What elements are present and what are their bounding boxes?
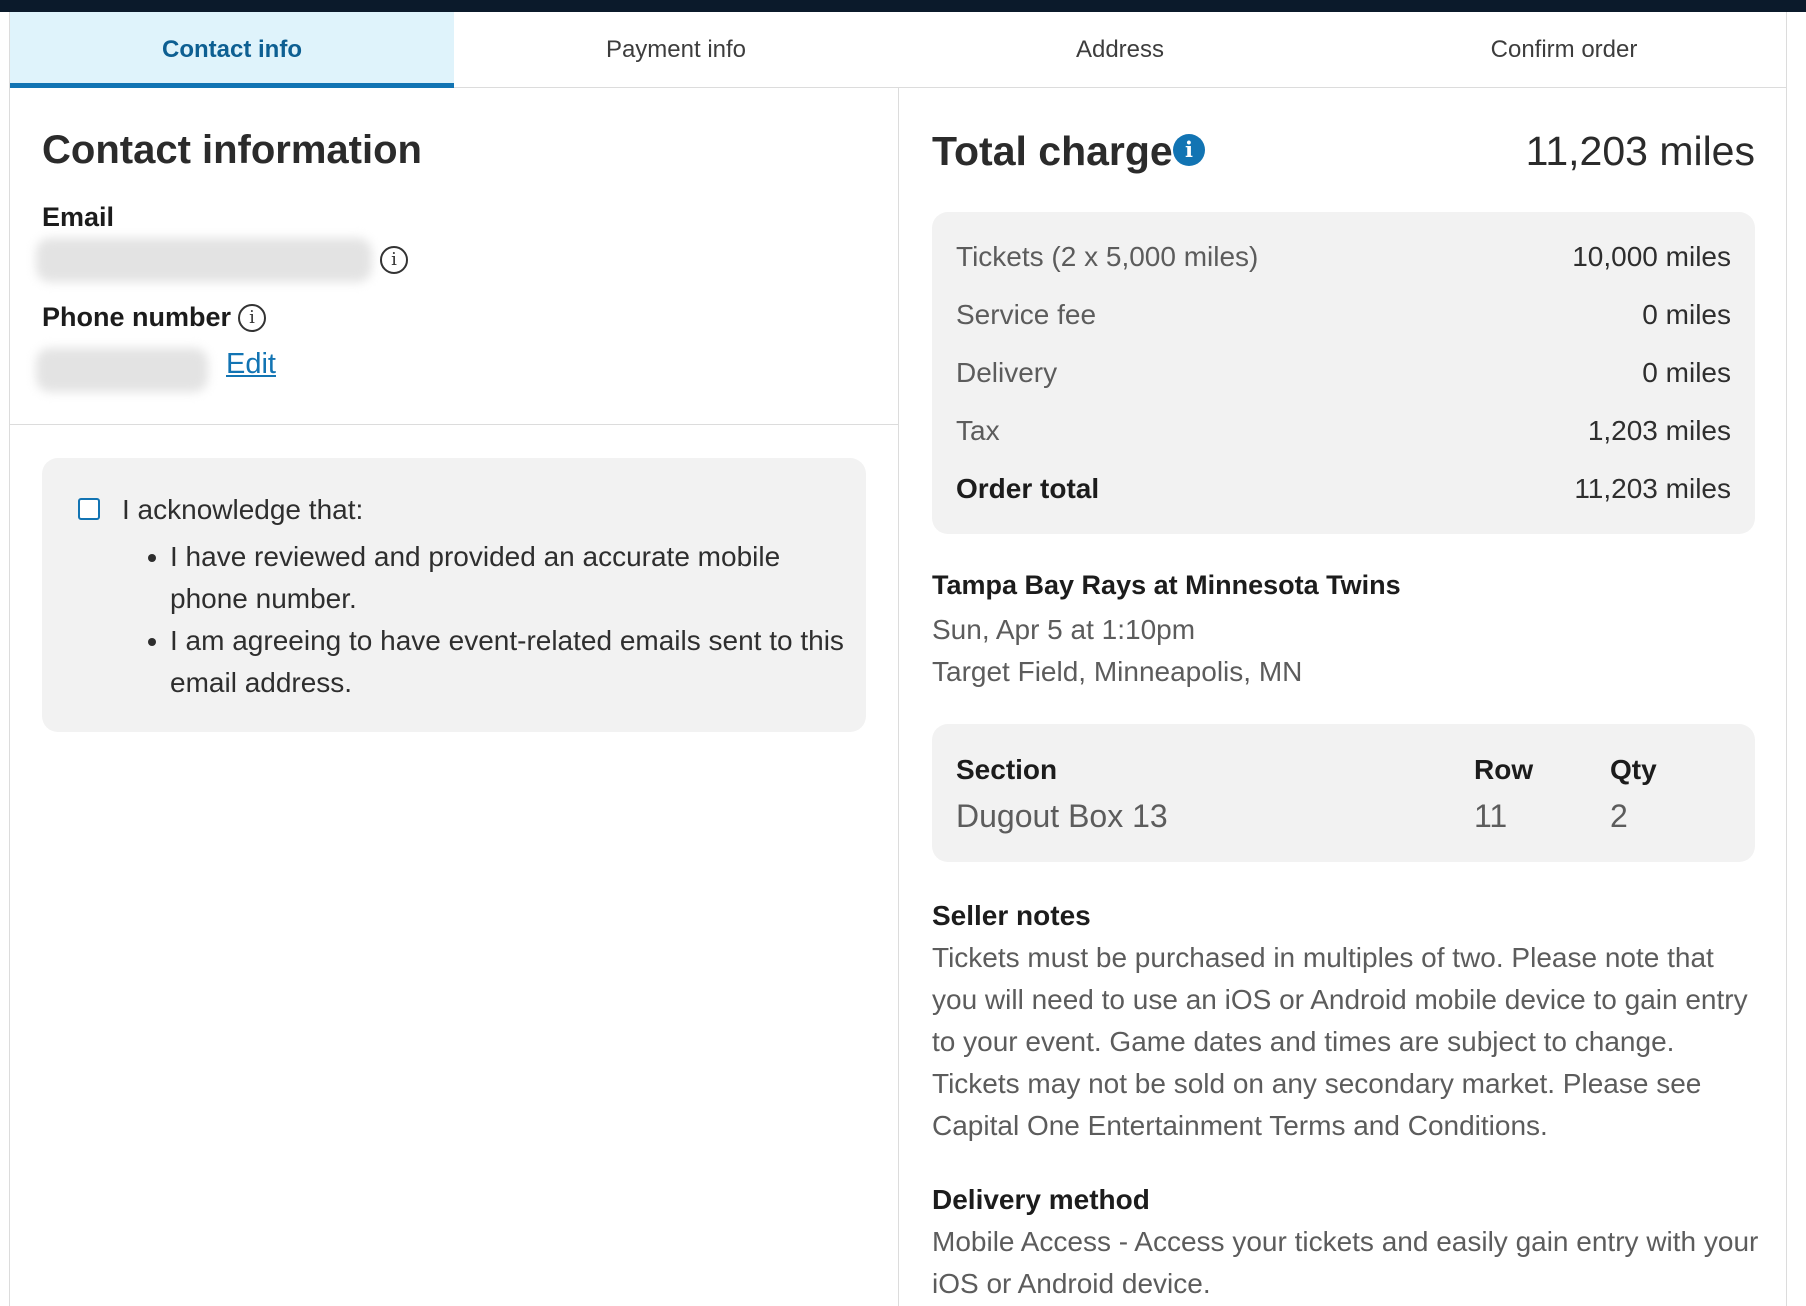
charge-label: Tax — [956, 415, 1000, 446]
total-info-icon[interactable]: i — [1173, 134, 1205, 166]
section-header: Section — [956, 754, 1058, 785]
delivery-method-text: Mobile Access - Access your tickets and … — [932, 1226, 1759, 1299]
tab-confirm-order[interactable]: Confirm order — [1342, 12, 1786, 87]
row-value: 11 — [1474, 798, 1508, 834]
charge-row: Tickets (2 x 5,000 miles) 10,000 miles — [956, 237, 1731, 277]
charge-value: 0 miles — [1642, 357, 1731, 388]
section-value: Dugout Box 13 — [956, 798, 1168, 834]
phone-info-icon[interactable]: i — [238, 304, 266, 332]
charge-breakdown: Tickets (2 x 5,000 miles) 10,000 miles S… — [932, 212, 1755, 534]
checkout-steps: Contact info Payment info Address Confir… — [10, 12, 1786, 88]
contact-title: Contact information — [42, 128, 422, 172]
delivery-method-title: Delivery method — [932, 1184, 1150, 1215]
charge-label: Service fee — [956, 299, 1097, 330]
acknowledge-intro: I acknowledge that: — [122, 494, 364, 525]
seller-notes-title: Seller notes — [932, 900, 1091, 931]
order-total-value: 11,203 miles — [1574, 473, 1731, 504]
charge-row: Service fee 0 miles — [956, 295, 1731, 335]
list-item: I am agreeing to have event-related emai… — [148, 620, 850, 704]
charge-label: Delivery — [956, 357, 1058, 388]
acknowledgement-box: I acknowledge that: I have reviewed and … — [42, 458, 866, 732]
charge-value: 0 miles — [1642, 299, 1731, 330]
seller-notes-text: Tickets must be purchased in multiples o… — [932, 942, 1748, 1141]
charge-label: Tickets (2 x 5,000 miles) — [956, 241, 1259, 272]
top-bar — [0, 0, 1806, 12]
event-datetime: Sun, Apr 5 at 1:10pm — [932, 614, 1196, 645]
email-info-icon[interactable]: i — [380, 246, 408, 274]
row-header: Row — [1474, 754, 1534, 785]
acknowledge-checkbox[interactable] — [78, 498, 100, 520]
charge-value: 10,000 miles — [1572, 241, 1731, 272]
seat-details: Section Row Qty Dugout Box 13 11 2 — [932, 724, 1755, 862]
phone-label: Phone number — [42, 302, 232, 332]
qty-value: 2 — [1610, 798, 1628, 834]
left-divider — [10, 424, 898, 425]
email-label: Email — [42, 202, 115, 232]
edit-phone-link[interactable]: Edit — [226, 348, 276, 381]
qty-header: Qty — [1610, 754, 1657, 785]
list-item: I have reviewed and provided an accurate… — [148, 536, 850, 620]
charge-value: 1,203 miles — [1587, 415, 1731, 446]
order-total-label: Order total — [956, 473, 1100, 504]
column-divider — [898, 88, 899, 1306]
tab-contact-info[interactable]: Contact info — [10, 12, 454, 88]
tab-payment-info[interactable]: Payment info — [454, 12, 898, 87]
total-charge-title: Total charge — [932, 128, 1173, 174]
email-value-redacted — [36, 238, 372, 282]
total-amount: 11,203 miles — [1525, 128, 1755, 174]
tab-address[interactable]: Address — [898, 12, 1342, 87]
acknowledge-list: I have reviewed and provided an accurate… — [148, 536, 850, 704]
charge-row: Tax 1,203 miles — [956, 411, 1731, 451]
phone-value-redacted — [36, 348, 208, 392]
event-title: Tampa Bay Rays at Minnesota Twins — [932, 570, 1401, 600]
order-total-row: Order total 11,203 miles — [956, 469, 1731, 509]
charge-row: Delivery 0 miles — [956, 353, 1731, 393]
event-venue: Target Field, Minneapolis, MN — [932, 656, 1303, 687]
